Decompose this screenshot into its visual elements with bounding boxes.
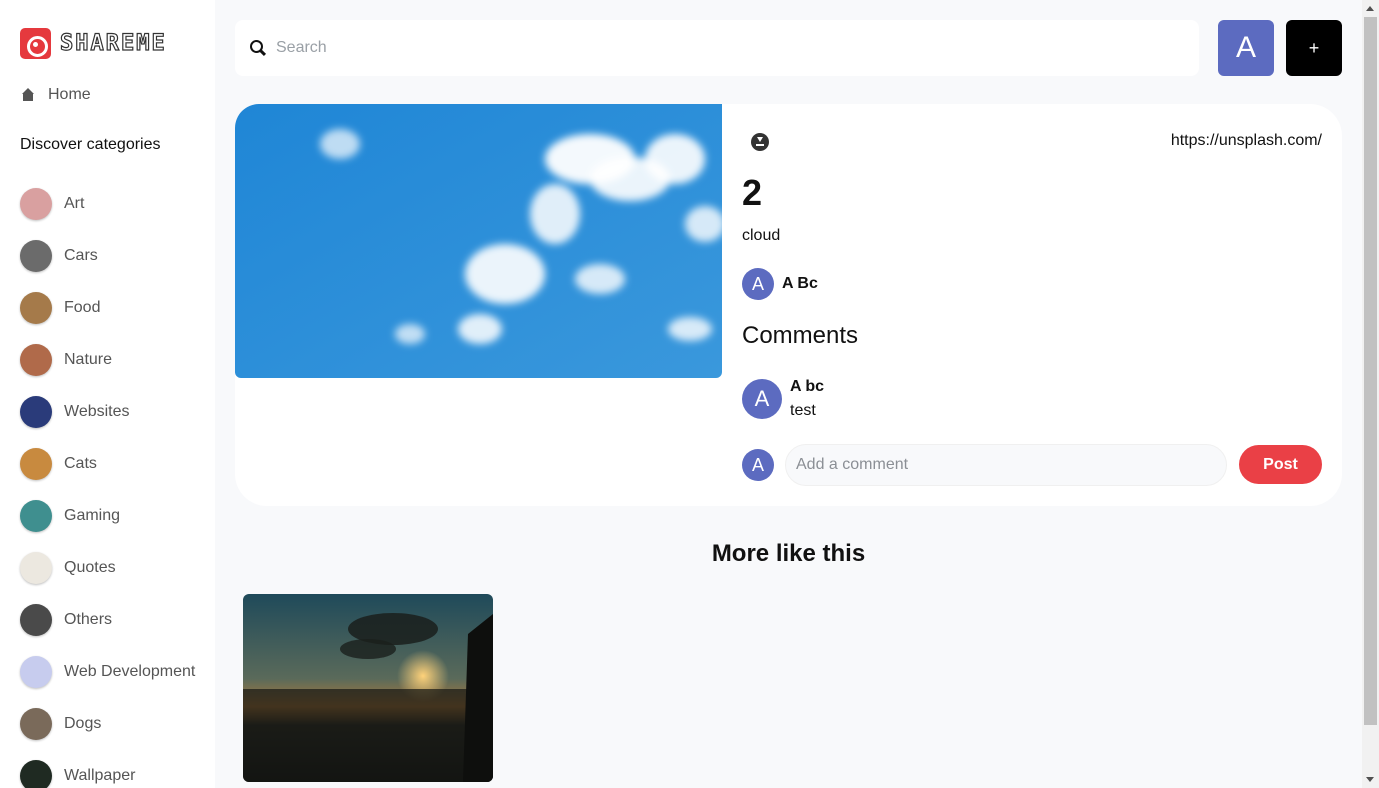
search-icon xyxy=(249,39,267,57)
add-comment-row: A xyxy=(742,444,1227,486)
sidebar-item-category[interactable]: Art xyxy=(20,178,195,230)
search-input[interactable] xyxy=(276,39,1156,57)
pin-author[interactable]: A A Bc xyxy=(742,268,818,300)
comment-input[interactable] xyxy=(785,444,1227,486)
category-label: Food xyxy=(64,299,101,316)
category-thumbnail xyxy=(20,500,52,532)
category-thumbnail xyxy=(20,760,52,788)
category-label: Cars xyxy=(64,247,98,264)
category-label: Others xyxy=(64,611,113,628)
sidebar-item-category[interactable]: Cats xyxy=(20,438,195,490)
category-thumbnail xyxy=(20,344,52,376)
sidebar-item-category[interactable]: Wallpaper xyxy=(20,750,195,788)
search-bar xyxy=(235,20,1199,76)
category-list: Art Cars Food Nature Websites Cats Gaming Quote… xyxy=(20,178,195,788)
category-label: Web Development xyxy=(64,663,196,680)
category-thumbnail xyxy=(20,448,52,480)
category-label: Art xyxy=(64,195,85,212)
scroll-thumb[interactable] xyxy=(1364,17,1377,725)
category-thumbnail xyxy=(20,552,52,584)
logo-text: SHAREME xyxy=(59,30,167,56)
create-pin-button[interactable]: + xyxy=(1286,20,1342,76)
download-icon[interactable] xyxy=(751,133,769,151)
pin-description: cloud xyxy=(742,227,781,244)
sidebar-item-home[interactable]: Home xyxy=(20,84,91,106)
post-comment-button[interactable]: Post xyxy=(1239,445,1322,484)
pin-image xyxy=(235,104,722,378)
category-thumbnail xyxy=(20,604,52,636)
category-label: Wallpaper xyxy=(64,767,136,784)
sidebar-item-category[interactable]: Websites xyxy=(20,386,195,438)
page-scrollbar[interactable] xyxy=(1362,0,1379,788)
category-thumbnail xyxy=(20,656,52,688)
sidebar-item-category[interactable]: Food xyxy=(20,282,195,334)
camera-logo-icon xyxy=(20,28,51,59)
category-label: Websites xyxy=(64,403,130,420)
my-avatar[interactable]: A xyxy=(742,449,774,481)
category-label: Quotes xyxy=(64,559,116,576)
sidebar-item-label: Home xyxy=(48,86,91,103)
sidebar-item-category[interactable]: Web Development xyxy=(20,646,195,698)
comments-heading: Comments xyxy=(742,322,859,349)
scroll-up-arrow-icon[interactable] xyxy=(1366,6,1374,11)
sidebar-item-category[interactable]: Gaming xyxy=(20,490,195,542)
category-thumbnail xyxy=(20,240,52,272)
home-icon xyxy=(20,87,36,103)
sidebar-item-category[interactable]: Quotes xyxy=(20,542,195,594)
category-thumbnail xyxy=(20,188,52,220)
sidebar: SHAREME Home Discover categories Art Cars… xyxy=(0,0,215,788)
category-label: Nature xyxy=(64,351,113,368)
commenter-avatar[interactable]: A xyxy=(742,379,782,419)
author-avatar: A xyxy=(742,268,774,300)
user-avatar-button[interactable]: A xyxy=(1218,20,1274,76)
source-link[interactable]: https://unsplash.com/ xyxy=(1120,132,1322,150)
category-thumbnail xyxy=(20,292,52,324)
logo[interactable]: SHAREME xyxy=(20,28,167,59)
sidebar-item-category[interactable]: Nature xyxy=(20,334,195,386)
comment-text: test xyxy=(790,402,816,419)
related-pin[interactable] xyxy=(243,594,493,782)
sidebar-item-category[interactable]: Others xyxy=(20,594,195,646)
comment-item: A A bc test xyxy=(742,375,824,423)
sidebar-item-category[interactable]: Cars xyxy=(20,230,195,282)
category-label: Gaming xyxy=(64,507,121,524)
category-label: Dogs xyxy=(64,715,102,732)
category-thumbnail xyxy=(20,396,52,428)
commenter-name: A bc xyxy=(790,378,825,395)
discover-heading: Discover categories xyxy=(20,136,161,153)
more-like-this-heading: More like this xyxy=(711,540,866,567)
sidebar-item-category[interactable]: Dogs xyxy=(20,698,195,750)
scroll-down-arrow-icon[interactable] xyxy=(1366,777,1374,782)
author-name: A Bc xyxy=(782,275,818,292)
pin-title: 2 xyxy=(742,172,763,213)
category-thumbnail xyxy=(20,708,52,740)
category-label: Cats xyxy=(64,455,97,472)
